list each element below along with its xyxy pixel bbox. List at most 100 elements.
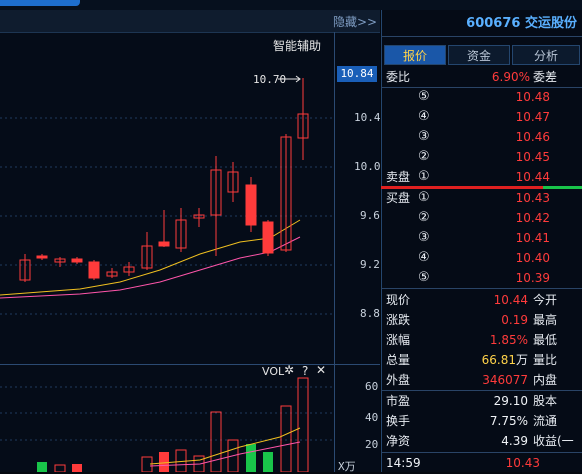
candle (297, 78, 309, 160)
pct-change-value: 1.85% (489, 333, 528, 347)
volume-bar (72, 464, 82, 472)
price-axis-divider (334, 32, 335, 472)
low-label: 最低 (533, 333, 558, 347)
stock-name: 交运股份 (524, 16, 577, 31)
candle (71, 257, 83, 264)
volume-bar (54, 464, 66, 472)
tick-price: 10.43 (505, 456, 540, 470)
candle (106, 268, 118, 278)
close-icon[interactable]: ✕ (316, 363, 326, 377)
chart-header (0, 10, 380, 33)
sell-level: ③ (418, 129, 430, 144)
candle (123, 262, 135, 276)
buy-price[interactable]: 10.43 (500, 188, 550, 208)
volume-bar (210, 411, 222, 472)
buy-price[interactable]: 10.42 (500, 208, 550, 228)
price-tick: 10.0 (354, 160, 381, 173)
candle (245, 177, 257, 232)
top-tab-button[interactable] (0, 0, 80, 6)
buy-price[interactable]: 10.41 (500, 228, 550, 248)
nav-label: 净资 (386, 434, 411, 448)
peak-price-label: 10.70 (253, 73, 287, 86)
share-capital-label: 股本 (533, 394, 558, 408)
eps-label: 收益(一 (533, 434, 574, 448)
volume-bar (297, 377, 309, 472)
tab-funds[interactable]: 资金 (448, 45, 510, 65)
divider (381, 87, 582, 88)
now-price-value: 10.44 (493, 293, 528, 307)
volume-bar (263, 452, 273, 472)
current-price-marker: 10.84 (337, 66, 377, 82)
sell-price[interactable]: 10.47 (500, 107, 550, 127)
buy-price[interactable]: 10.40 (500, 248, 550, 268)
tab-analysis[interactable]: 分析 (512, 45, 580, 65)
volume-tick: 60 (365, 380, 379, 393)
pe-label: 市盈 (386, 394, 411, 408)
turnover-label: 换手 (386, 414, 411, 428)
price-tick: 8.8 (360, 307, 380, 320)
open-label: 今开 (533, 293, 558, 307)
change-value: 0.19 (501, 313, 528, 327)
stock-code: 600676 (466, 16, 521, 31)
candle (88, 260, 100, 280)
volume-tick: 40 (365, 411, 379, 424)
help-icon[interactable]: ? (302, 364, 308, 378)
candle (210, 156, 222, 256)
total-volume-value: 66.81 (481, 353, 516, 367)
divider (381, 36, 582, 37)
sell-price[interactable]: 10.44 (500, 167, 550, 187)
buy-level: ⑤ (418, 270, 430, 285)
outer-value: 346077 (482, 373, 528, 387)
gear-icon[interactable]: ✲ (284, 363, 294, 377)
divider (381, 288, 582, 289)
candle (280, 134, 292, 252)
volume-bar (159, 452, 169, 472)
sell-level: ② (418, 149, 430, 164)
turnover-value: 7.75% (489, 414, 528, 428)
order-ratio-label: 委比 (386, 70, 411, 84)
high-label: 最高 (533, 313, 558, 327)
volume-bar (280, 405, 292, 472)
candle (141, 232, 153, 270)
outer-label: 外盘 (386, 373, 411, 387)
buy-level: ① (418, 190, 430, 205)
inner-label: 内盘 (533, 373, 558, 387)
volume-bar (37, 462, 47, 472)
quote-tabs: 报价 资金 分析 (382, 45, 582, 65)
now-price-label: 现价 (386, 293, 411, 307)
candle (175, 208, 187, 252)
smart-assist-label[interactable]: 智能辅助 (273, 37, 321, 54)
sell-level: ④ (418, 109, 430, 124)
candle (227, 162, 239, 202)
order-diff-label: 委差 (533, 70, 558, 84)
sell-level: ① (418, 169, 430, 184)
volume-bars (37, 377, 309, 472)
buy-level: ④ (418, 250, 430, 265)
tab-quote[interactable]: 报价 (384, 45, 446, 65)
volume-indicator-label: VOL (262, 365, 285, 378)
buy-price[interactable]: 10.39 (500, 268, 550, 288)
volume-bar (141, 456, 153, 472)
pe-value: 29.10 (493, 394, 528, 408)
change-label: 涨跌 (386, 313, 411, 327)
top-strip (0, 0, 582, 10)
price-tick: 9.2 (360, 258, 380, 271)
price-tick: 10.4 (354, 111, 381, 124)
buy-level: ③ (418, 230, 430, 245)
sell-price[interactable]: 10.48 (500, 87, 550, 107)
sell-price[interactable]: 10.45 (500, 147, 550, 167)
order-ratio-value: 6.90% (491, 70, 530, 84)
sell-price[interactable]: 10.46 (500, 127, 550, 147)
buy-side-label: 买盘 (386, 191, 411, 205)
sell-level: ⑤ (418, 89, 430, 104)
total-volume-label: 总量 (386, 353, 411, 367)
price-tick: 9.6 (360, 209, 380, 222)
buy-level: ② (418, 210, 430, 225)
volume-ratio-label: 量比 (533, 353, 558, 367)
pct-change-label: 涨幅 (386, 333, 411, 347)
volume-tick: 20 (365, 438, 379, 451)
hide-panel-button[interactable]: 隐藏>> (333, 13, 377, 30)
candlestick-svg (0, 75, 334, 472)
sell-side-label: 卖盘 (386, 170, 411, 184)
candles (19, 78, 309, 282)
